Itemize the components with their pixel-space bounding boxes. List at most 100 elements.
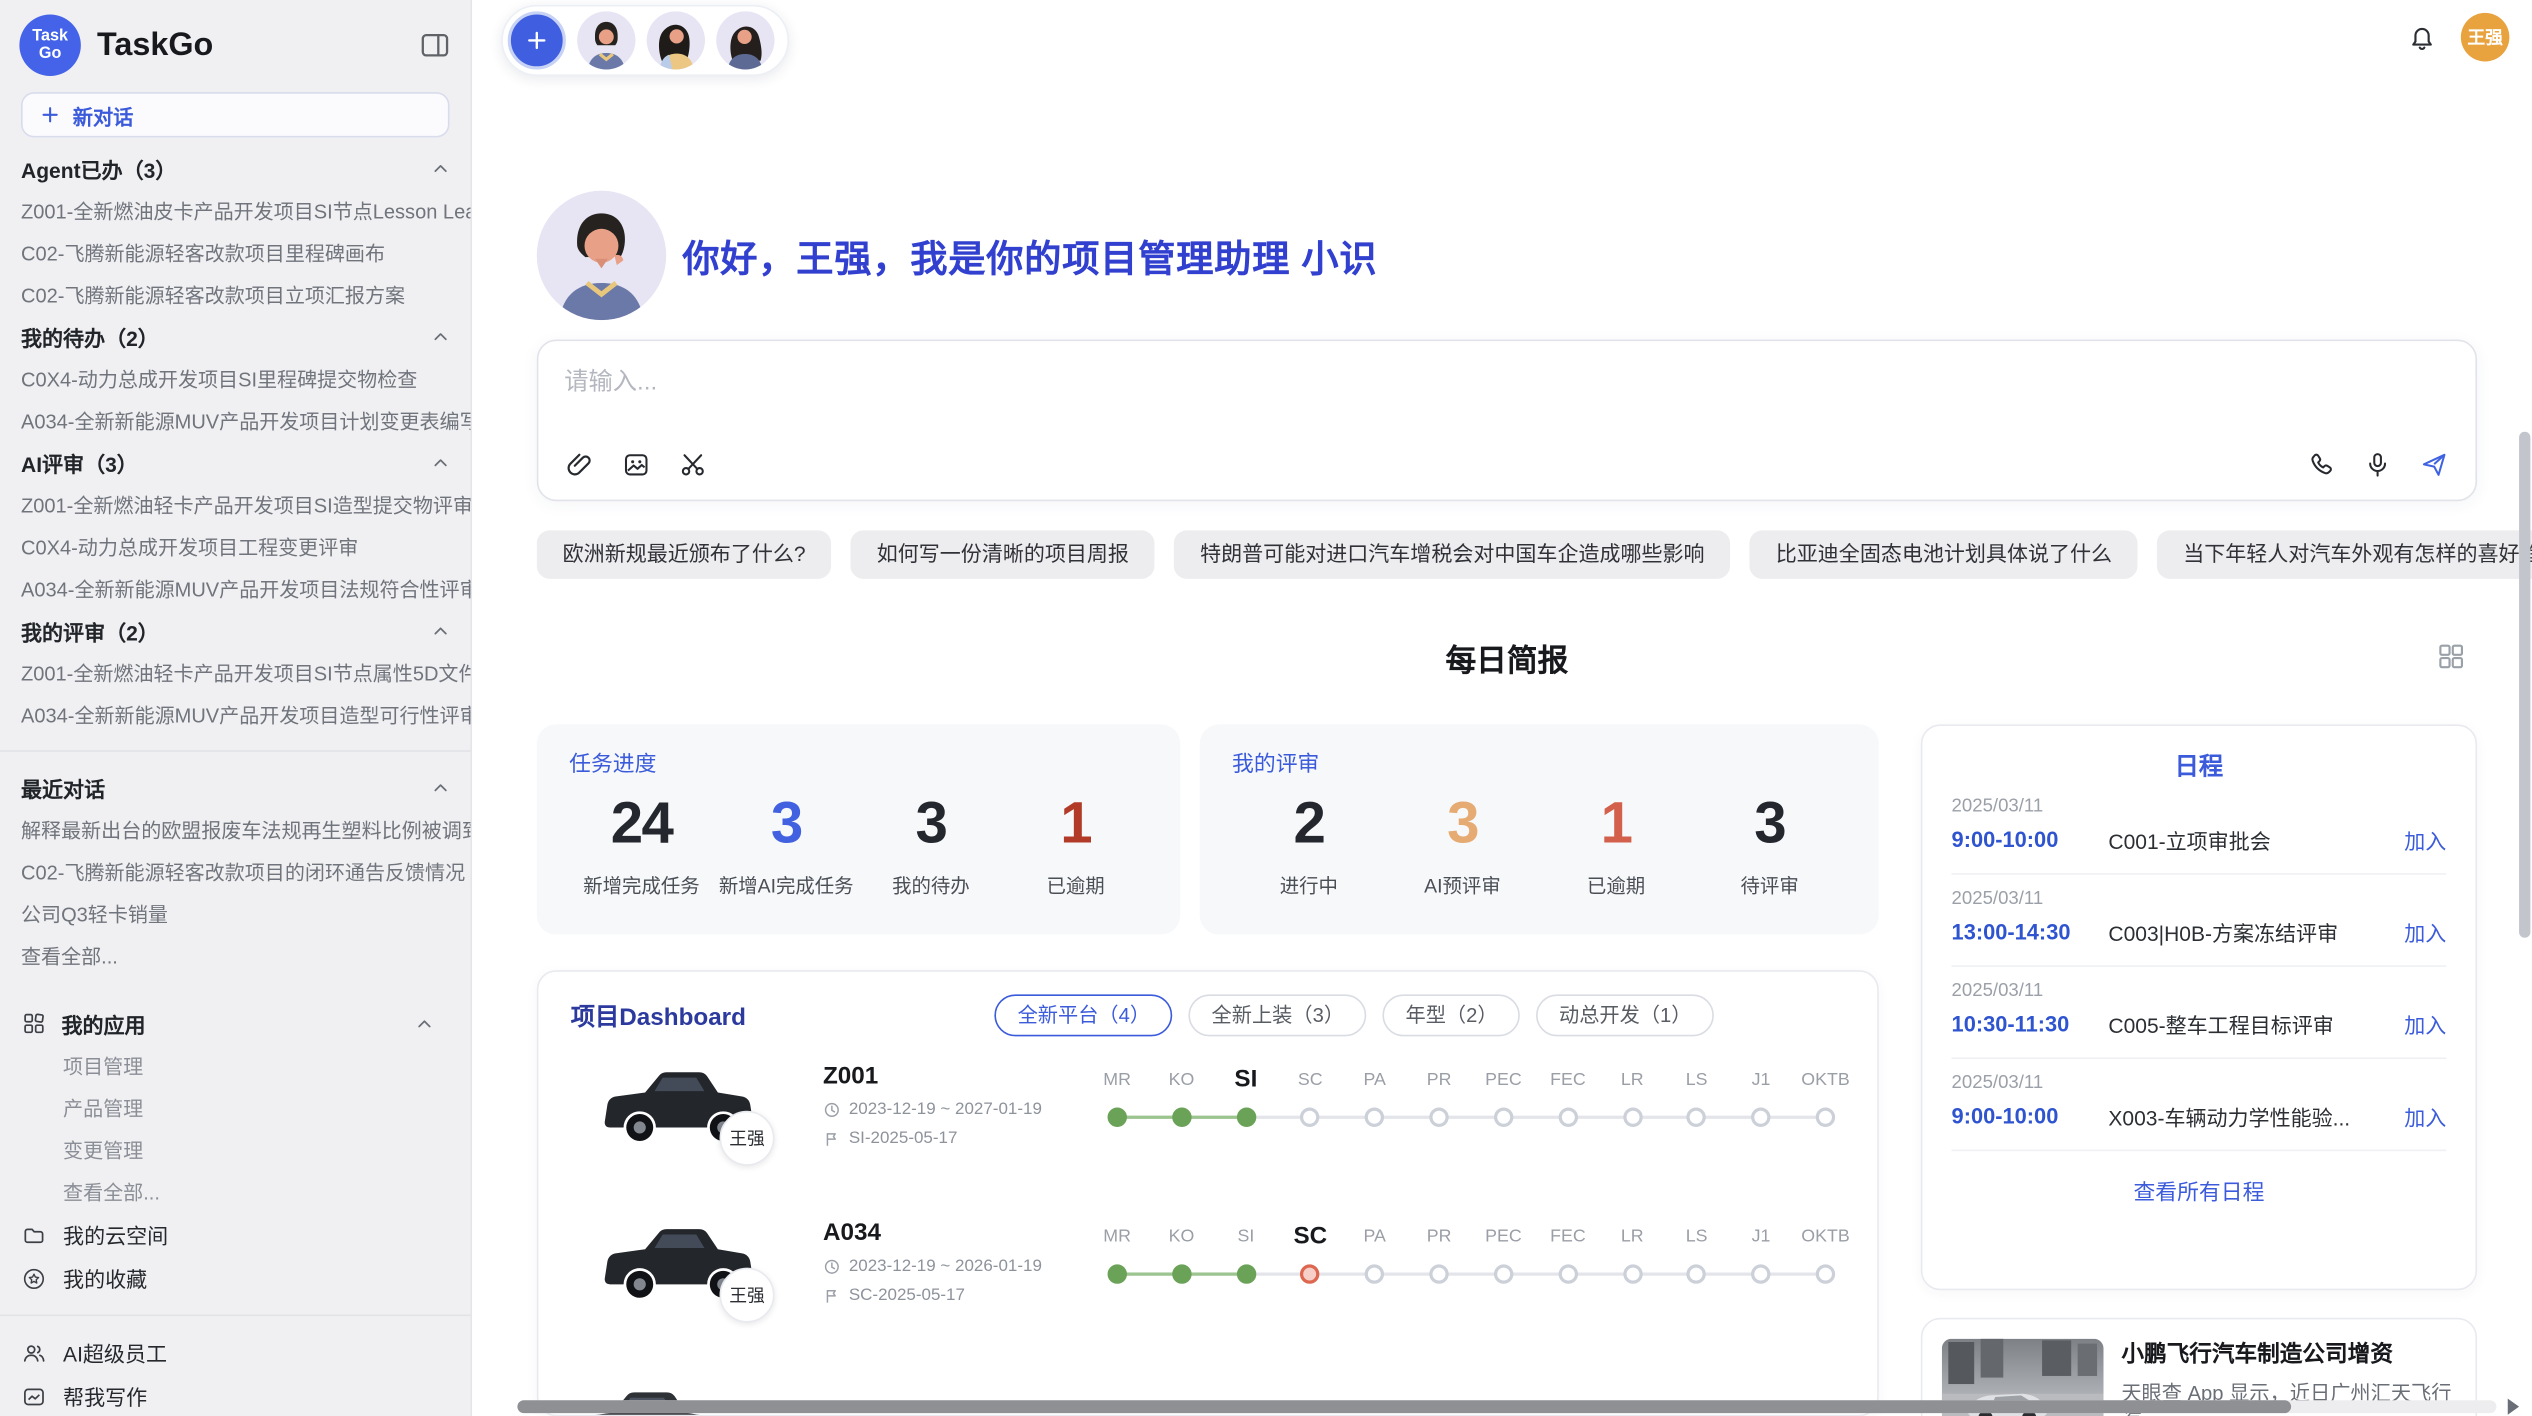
milestone-dots — [1085, 1108, 1858, 1127]
join-link[interactable]: 加入 — [2404, 1101, 2446, 1132]
view-all-apps[interactable]: 查看全部... — [21, 1171, 470, 1213]
join-link[interactable]: 加入 — [2404, 1009, 2446, 1040]
suggestion-chip[interactable]: 欧洲新规最近颁布了什么? — [537, 530, 832, 579]
section-recent-chats[interactable]: 最近对话 — [21, 766, 470, 808]
sidebar-item-favorites[interactable]: 我的收藏 — [21, 1256, 470, 1300]
scroll-right-arrow[interactable] — [2508, 1399, 2519, 1415]
milestone-label: LS — [1664, 1062, 1728, 1098]
section-my-apps[interactable]: 我的应用 — [21, 1002, 470, 1044]
schedule-event[interactable]: 2025/03/11 9:00-10:00 C001-立项审批会 加入 — [1952, 783, 2447, 875]
list-item[interactable]: A034-全新新能源MUV产品开发项目造型可行性评审 — [21, 694, 470, 736]
filter-chip[interactable]: 年型（2） — [1383, 994, 1520, 1036]
item-label: AI超级员工 — [63, 1337, 167, 1368]
view-all-schedule-link[interactable]: 查看所有日程 — [1952, 1174, 2447, 1206]
app-title: TaskGo — [97, 27, 419, 64]
list-item[interactable]: C02-飞腾新能源轻客改款项目立项汇报方案 — [21, 273, 470, 315]
milestone-dot — [1494, 1264, 1513, 1283]
event-title: C003|H0B-方案冻结评审 — [2108, 917, 2404, 948]
chat-input[interactable]: 请输入... — [537, 340, 2477, 502]
phone-icon[interactable] — [2306, 449, 2337, 480]
list-item[interactable]: A034-全新新能源MUV产品开发项目法规符合性评审 — [21, 568, 470, 610]
list-item[interactable]: Z001-全新燃油轻卡产品开发项目SI造型提交物评审 — [21, 483, 470, 525]
sidebar-item-change-mgmt[interactable]: 变更管理 — [21, 1129, 470, 1171]
sidebar-list: Agent已办（3） Z001-全新燃油皮卡产品开发项目SI节点Lesson L… — [0, 137, 471, 1416]
stat-label: AI预评审 — [1386, 871, 1540, 898]
avatar[interactable] — [716, 11, 774, 69]
sidebar-item-help-write[interactable]: 帮我写作 — [21, 1374, 470, 1416]
section-title: AI评审（3） — [21, 447, 138, 478]
section-my-review[interactable]: 我的评审（2） — [21, 610, 470, 652]
milestone-label: PA — [1342, 1219, 1406, 1255]
sidebar-item-project-mgmt[interactable]: 项目管理 — [21, 1044, 470, 1086]
scale-wrapper: Task Go TaskGo 新对话 Agent已办（3） Z001-全新燃油皮… — [0, 0, 2532, 1416]
new-session-button[interactable] — [508, 11, 566, 69]
section-agent-done[interactable]: Agent已办（3） — [21, 147, 470, 189]
scissors-icon[interactable] — [677, 449, 708, 480]
writing-icon — [21, 1383, 47, 1409]
suggestion-chip[interactable]: 比亚迪全固态电池计划具体说了什么 — [1750, 530, 2138, 579]
topbar: 王强 — [472, 0, 2532, 78]
milestone-label: LR — [1600, 1062, 1664, 1098]
list-item[interactable]: A034-全新新能源MUV产品开发项目计划变更表编写 — [21, 399, 470, 441]
new-chat-button[interactable]: 新对话 — [21, 92, 449, 137]
schedule-event[interactable]: 2025/03/11 13:00-14:30 C003|H0B-方案冻结评审 加… — [1952, 875, 2447, 967]
sidebar-item-product-mgmt[interactable]: 产品管理 — [21, 1087, 470, 1129]
section-ai-review[interactable]: AI评审（3） — [21, 441, 470, 483]
chevron-up-icon — [430, 777, 451, 798]
list-item[interactable]: Z001-全新燃油皮卡产品开发项目SI节点Lesson Learn报告 — [21, 189, 470, 231]
join-link[interactable]: 加入 — [2404, 917, 2446, 948]
notification-bell-icon[interactable] — [2406, 21, 2438, 53]
stat-value: 24 — [569, 787, 714, 858]
list-item[interactable]: 公司Q3轻卡销量 — [21, 893, 470, 935]
collapse-sidebar-icon[interactable] — [419, 29, 451, 61]
clock-icon — [823, 1100, 841, 1118]
view-all-chats[interactable]: 查看全部... — [21, 935, 470, 977]
list-item[interactable]: C02-飞腾新能源轻客改款项目里程碑画布 — [21, 231, 470, 273]
sidebar-item-ai-staff[interactable]: AI超级员工 — [21, 1331, 470, 1375]
section-my-todo[interactable]: 我的待办（2） — [21, 315, 470, 357]
layout-grid-icon[interactable] — [2435, 640, 2467, 672]
project-row[interactable]: 王强 Z001 2023-12-19 ~ 2027-01-19 — [571, 1049, 1845, 1206]
stat-label: 新增完成任务 — [569, 871, 714, 898]
flag-icon — [823, 1129, 841, 1147]
join-link[interactable]: 加入 — [2404, 825, 2446, 856]
stat-label: 我的待办 — [859, 871, 1004, 898]
avatar[interactable] — [647, 11, 705, 69]
send-icon[interactable] — [2419, 449, 2450, 480]
image-icon[interactable] — [621, 449, 652, 480]
milestone-track: MR KO SI SC PA PR PEC FEC LR — [1085, 1219, 1858, 1284]
suggestion-chip[interactable]: 特朗普可能对进口汽车增税会对中国车企造成哪些影响 — [1174, 530, 1730, 579]
suggestion-chips: 欧洲新规最近颁布了什么? 如何写一份清晰的项目周报 特朗普可能对进口汽车增税会对… — [537, 530, 2477, 579]
project-row[interactable]: 王强 A034 2023-12-19 ~ 2026-01-19 — [571, 1206, 1845, 1363]
milestone-dot-done — [1172, 1108, 1191, 1127]
list-item[interactable]: C0X4-动力总成开发项目工程变更评审 — [21, 525, 470, 567]
stat-value: 1 — [1539, 787, 1693, 858]
suggestion-chip[interactable]: 如何写一份清晰的项目周报 — [851, 530, 1155, 579]
filter-chip[interactable]: 全新上装（3） — [1189, 994, 1367, 1036]
sidebar-item-cloud-space[interactable]: 我的云空间 — [21, 1213, 470, 1257]
stat: 1 已逾期 — [1539, 787, 1693, 899]
avatar[interactable] — [577, 11, 635, 69]
suggestion-chip[interactable]: 当下年轻人对汽车外观有怎样的喜好趋势 — [2157, 530, 2532, 579]
vertical-scrollbar-thumb[interactable] — [2519, 432, 2530, 938]
paperclip-icon[interactable] — [564, 449, 595, 480]
horizontal-scrollbar-thumb[interactable] — [517, 1400, 2291, 1413]
list-item[interactable]: C0X4-动力总成开发项目SI里程碑提交物检查 — [21, 357, 470, 399]
news-title: 小鹏飞行汽车制造公司增资 — [2121, 1339, 2456, 1368]
filter-chip[interactable]: 动总开发（1） — [1536, 994, 1714, 1036]
list-item[interactable]: C02-飞腾新能源轻客改款项目的闭环通告反馈情况 — [21, 850, 470, 892]
milestone-label: J1 — [1729, 1219, 1793, 1255]
stat-value: 1 — [1003, 787, 1148, 858]
user-avatar[interactable]: 王强 — [2461, 13, 2510, 62]
stat-label: 待评审 — [1693, 871, 1847, 898]
mic-icon[interactable] — [2362, 449, 2393, 480]
schedule-event[interactable]: 2025/03/11 10:30-11:30 C005-整车工程目标评审 加入 — [1952, 967, 2447, 1059]
list-item[interactable]: 解释最新出台的欧盟报废车法规再生塑料比例被调到15%... — [21, 808, 470, 850]
list-item[interactable]: Z001-全新燃油轻卡产品开发项目SI节点属性5D文件评审 — [21, 652, 470, 694]
filter-chip-selected[interactable]: 全新平台（4） — [995, 994, 1173, 1036]
greeting-text: 你好，王强，我是你的项目管理助理 小识 — [682, 228, 1377, 283]
milestone-labels: MR KO SI SC PA PR PEC FEC LR — [1085, 1062, 1858, 1098]
milestone-label: KO — [1149, 1062, 1213, 1098]
schedule-event[interactable]: 2025/03/11 9:00-10:00 X003-车辆动力学性能验... 加… — [1952, 1059, 2447, 1151]
main-content: 你好，王强，我是你的项目管理助理 小识 请输入... 欧洲新规最近颁布了什么? … — [472, 191, 2532, 1416]
